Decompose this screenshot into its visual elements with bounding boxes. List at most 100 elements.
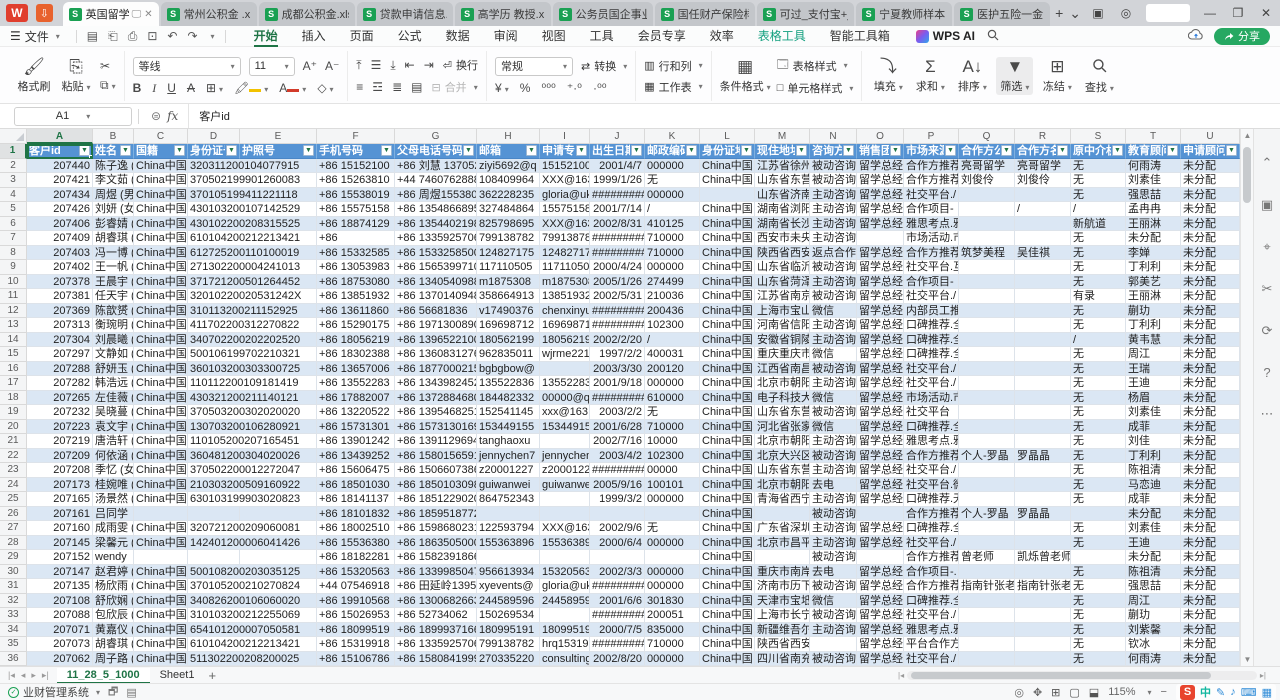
new-document-tab-button[interactable]: + <box>1055 0 1063 26</box>
sheet-tab-Sheet1[interactable]: Sheet1 <box>150 668 205 684</box>
cell[interactable]: 未分配 <box>1126 507 1181 522</box>
comma-style-icon[interactable]: ⁰⁰⁰ <box>541 82 555 95</box>
document-tab[interactable]: S宁夏教师样本.xlsx <box>856 2 952 26</box>
wps-download-icon[interactable]: ⇩ <box>36 4 53 22</box>
quick-access-caret-icon[interactable]: ▾ <box>211 32 215 41</box>
cell[interactable]: 王晨宇 (男 <box>93 275 134 290</box>
row-header-21[interactable]: 21 <box>0 434 27 449</box>
cell[interactable]: 无 <box>1071 652 1126 667</box>
cell[interactable]: 刘素佳 <box>1126 521 1181 536</box>
filter-dropdown-icon[interactable]: ▼ <box>1001 145 1012 156</box>
cell[interactable]: ######### <box>590 608 645 623</box>
cell[interactable]: 微信 <box>810 347 857 362</box>
cell[interactable]: 留学总经办 <box>857 318 904 333</box>
cell[interactable]: 山东省济南 <box>755 188 810 203</box>
cell[interactable]: 内部员工推 <box>904 304 959 319</box>
cell[interactable] <box>1015 391 1071 406</box>
cell[interactable]: 平台合作方 <box>904 637 959 652</box>
cell[interactable]: China中国 <box>134 434 188 449</box>
cell[interactable] <box>1015 565 1071 580</box>
cell[interactable]: 207402 <box>27 260 93 275</box>
cell[interactable]: China中国 <box>700 173 755 188</box>
cell[interactable] <box>959 492 1015 507</box>
cell[interactable]: 口碑推荐.全 <box>904 318 959 333</box>
cell[interactable] <box>188 507 240 522</box>
header-cell[interactable]: 身份证号▼ <box>188 144 240 159</box>
filter-dropdown-icon[interactable]: ▼ <box>890 145 901 156</box>
row-header-10[interactable]: 10 <box>0 275 27 290</box>
cell[interactable]: 2001/6/6 <box>590 594 645 609</box>
cell[interactable]: China中国 <box>700 637 755 652</box>
cell[interactable] <box>959 463 1015 478</box>
cell[interactable]: 210036 <box>645 289 700 304</box>
last-sheet-icon[interactable]: ▸| <box>42 670 49 681</box>
spreadsheet-grid[interactable]: ABCDEFGHIJKLMNOPQRSTU1客户id▼姓名▼国籍▼身份证号▼护照… <box>0 129 1240 666</box>
cell[interactable]: 丁利利 <box>1126 318 1181 333</box>
column-header-J[interactable]: J <box>590 129 645 144</box>
cell[interactable]: 留学总经办 <box>857 173 904 188</box>
cell[interactable]: 合作项目- <box>904 202 959 217</box>
cell[interactable]: China中国 <box>700 405 755 420</box>
cell[interactable]: 138519326 <box>540 289 590 304</box>
cell[interactable]: 罗晶晶 <box>1015 449 1071 464</box>
cell[interactable] <box>959 652 1015 667</box>
column-header-E[interactable]: E <box>240 129 317 144</box>
cell[interactable]: 无 <box>1071 159 1126 174</box>
cell[interactable]: 主动咨询 <box>810 521 857 536</box>
cell[interactable]: 864752343 <box>477 492 540 507</box>
cell[interactable]: 被动咨询 <box>810 579 857 594</box>
cell[interactable]: 371721200501264452 <box>188 275 240 290</box>
outline-icon[interactable]: ▤ <box>126 686 136 699</box>
cell[interactable]: 207108 <box>27 594 93 609</box>
cell[interactable] <box>1015 434 1071 449</box>
cell[interactable]: +86 18056219 <box>317 333 395 348</box>
cell[interactable]: 500106199702210321 <box>188 347 240 362</box>
align-left-icon[interactable]: ≡ <box>356 81 363 94</box>
hand-tool-icon[interactable]: ✥ <box>1033 686 1042 699</box>
cell[interactable]: +86 1372884680 <box>395 391 477 406</box>
cell[interactable]: 207297 <box>27 347 93 362</box>
cell[interactable] <box>1015 318 1071 333</box>
cell[interactable]: 蒯玏 <box>1126 608 1181 623</box>
cell[interactable] <box>1015 260 1071 275</box>
cell[interactable]: ######### <box>590 579 645 594</box>
cell[interactable]: +86 18099519 <box>317 623 395 638</box>
cell[interactable] <box>540 362 590 377</box>
cell[interactable]: 358664913 <box>477 289 540 304</box>
cell[interactable]: 胡睿琪 (女 <box>93 637 134 652</box>
tab-monitor-icon[interactable]: 🖵 <box>132 9 142 20</box>
export-icon[interactable]: ⎗ <box>108 29 118 44</box>
cell[interactable]: China中国 <box>134 420 188 435</box>
cell[interactable] <box>1015 347 1071 362</box>
cell[interactable]: +86 15538019 <box>317 188 395 203</box>
cell[interactable]: 799138782 <box>477 637 540 652</box>
cell[interactable]: 季忆 (女) <box>93 463 134 478</box>
cell[interactable] <box>959 594 1015 609</box>
cell[interactable]: 410125 <box>645 217 700 232</box>
cell[interactable]: 未分配 <box>1181 594 1240 609</box>
cell[interactable]: +86 1354866895 <box>395 202 477 217</box>
cell[interactable] <box>959 347 1015 362</box>
column-header-T[interactable]: T <box>1126 129 1181 144</box>
cell[interactable]: XXX@163.c <box>540 217 590 232</box>
cell[interactable] <box>188 550 240 565</box>
menu-item-审阅[interactable]: 审阅 <box>482 26 530 47</box>
cell[interactable]: +86 1863505000 <box>395 536 477 551</box>
cell[interactable]: 612725200110100019 <box>188 246 240 261</box>
vertical-scroll-thumb[interactable] <box>1243 147 1251 203</box>
row-header-24[interactable]: 24 <box>0 478 27 493</box>
cell[interactable]: 835000 <box>645 623 700 638</box>
cell[interactable]: 口碑推荐.全 <box>904 594 959 609</box>
cell[interactable]: 207160 <box>27 521 93 536</box>
row-header-19[interactable]: 19 <box>0 405 27 420</box>
cell[interactable]: 社交平台 <box>904 405 959 420</box>
cell[interactable] <box>959 391 1015 406</box>
cell[interactable]: China中国 <box>134 333 188 348</box>
cell[interactable]: 市场活动.市 <box>904 231 959 246</box>
cell[interactable]: 陕西省西安 <box>755 637 810 652</box>
cell[interactable]: 200051 <box>645 608 700 623</box>
cell[interactable]: +86 1565399710 <box>395 260 477 275</box>
cell[interactable]: China中国 <box>700 275 755 290</box>
menu-item-开始[interactable]: 开始 <box>242 26 290 47</box>
cell[interactable]: 北京市朝阳 <box>755 478 810 493</box>
